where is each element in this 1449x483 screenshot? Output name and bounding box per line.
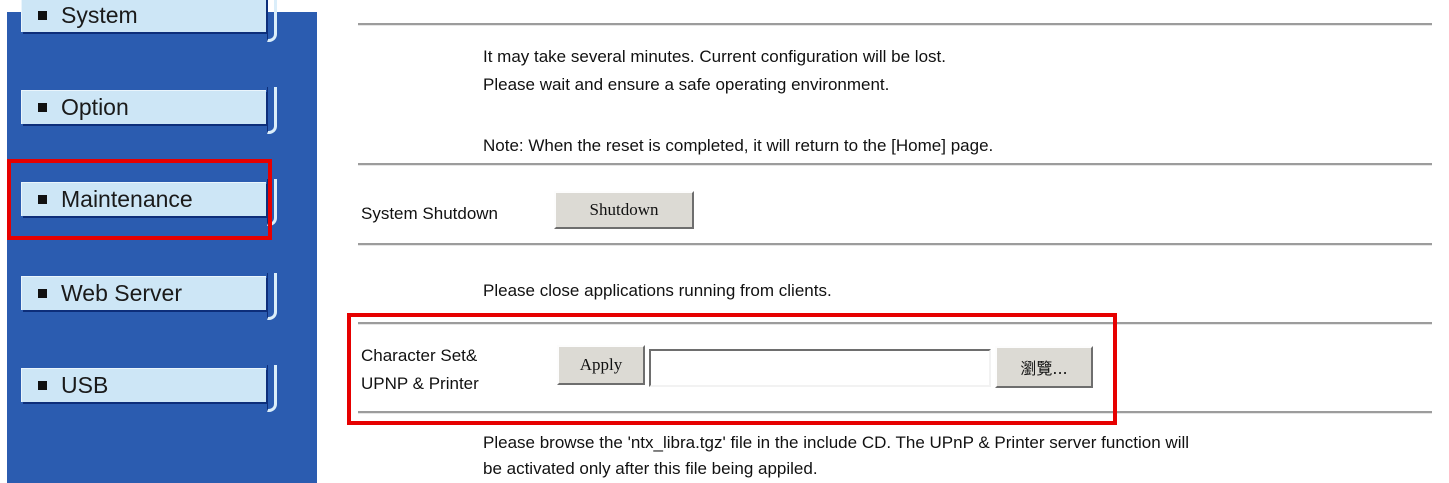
sidebar-item-option[interactable]: Option	[21, 87, 277, 134]
shutdown-hint: Please close applications running from c…	[483, 281, 832, 300]
sidebar-item-web-server[interactable]: Web Server	[21, 273, 277, 320]
shutdown-button[interactable]: Shutdown	[554, 191, 694, 229]
reset-note: Note: When the reset is completed, it wi…	[483, 136, 994, 155]
sidebar-item-system[interactable]: System	[21, 0, 277, 42]
reset-warning-line1: It may take several minutes. Current con…	[483, 47, 946, 66]
charset-hint-line2: be activated only after this file being …	[483, 459, 818, 478]
reset-warning-line2: Please wait and ensure a safe operating …	[483, 75, 890, 94]
sidebar-item-label: Web Server	[61, 280, 183, 306]
sidebar-item-label: USB	[61, 372, 109, 398]
charset-hint-line1: Please browse the 'ntx_libra.tgz' file i…	[483, 433, 1190, 452]
divider	[358, 23, 1432, 26]
bullet-icon	[38, 289, 47, 298]
sidebar: System Option Maintenance Web Server USB	[7, 0, 317, 483]
shutdown-label: System Shutdown	[361, 204, 499, 223]
sidebar-item-label: Option	[61, 94, 129, 120]
bullet-icon	[38, 103, 47, 112]
highlight-charset	[347, 313, 1117, 425]
sidebar-item-label: System	[61, 2, 138, 28]
bullet-icon	[38, 381, 47, 390]
divider	[358, 243, 1432, 246]
bullet-icon	[38, 11, 47, 20]
divider	[358, 163, 1432, 166]
sidebar-item-usb[interactable]: USB	[21, 365, 277, 412]
highlight-maintenance	[7, 159, 272, 240]
